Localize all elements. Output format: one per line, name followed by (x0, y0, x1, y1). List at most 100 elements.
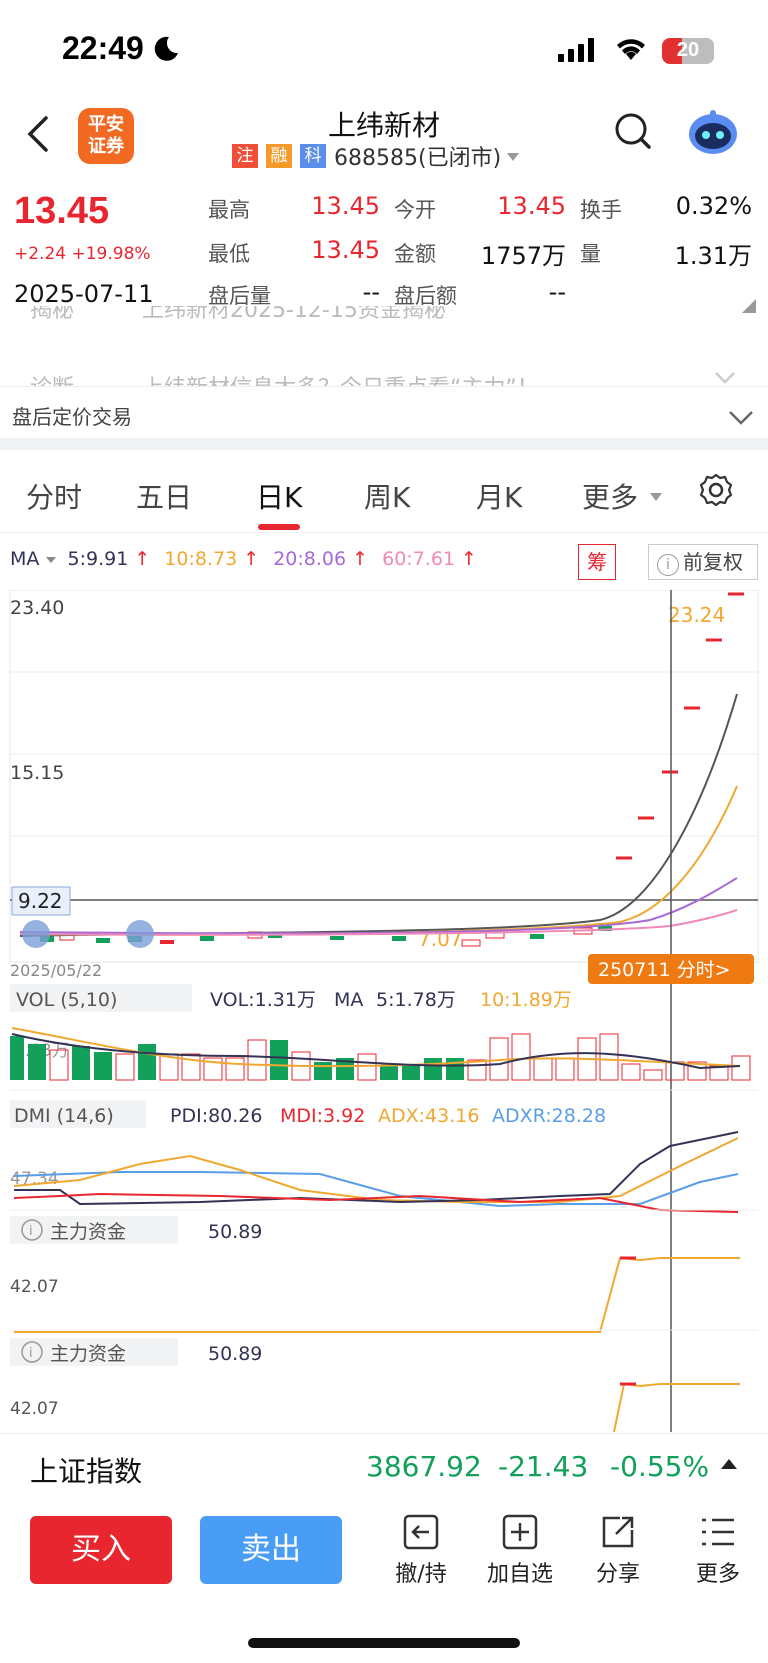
field-value: -- (362, 278, 380, 306)
dmi-mdi: MDI:3.92 (280, 1105, 365, 1127)
chevron-down-icon (714, 366, 736, 386)
vol-value: VOL:1.31万 (210, 989, 316, 1011)
tab-weekly-k[interactable]: 周K (364, 476, 410, 516)
y-label-top: 23.40 (10, 597, 64, 619)
robot-assistant-icon[interactable] (686, 106, 740, 162)
tab-daily-k[interactable]: 日K (256, 476, 302, 516)
share-icon (578, 1512, 658, 1556)
field-value: 13.45 (497, 192, 566, 220)
tag-badge: 融 (266, 144, 292, 168)
status-bar: 22:49 20 (0, 0, 768, 100)
vol-title[interactable]: VOL (5,10) (16, 989, 117, 1011)
menu-icon (678, 1512, 758, 1556)
index-change: -21.43 (498, 1450, 589, 1483)
funds-line (14, 1256, 740, 1333)
funds-title[interactable]: 主力资金 (50, 1221, 126, 1243)
index-name: 上证指数 (30, 1455, 143, 1488)
arrow-up-icon: ↑ (346, 548, 369, 570)
last-price: 13.45 (14, 190, 110, 232)
more-button[interactable]: 更多 (678, 1512, 758, 1588)
y-label-mid: 15.15 (10, 762, 64, 784)
caret-down-icon (648, 488, 664, 507)
max-price-label: 23.24 (668, 603, 725, 627)
caret-down-icon (45, 548, 57, 570)
tab-five-day[interactable]: 五日 (136, 476, 192, 516)
stock-code: 688585(已闭市) (334, 146, 502, 171)
field-label: 金额 (394, 242, 436, 266)
ma5-value: 5:9.91 (67, 548, 129, 570)
wifi-icon (614, 36, 648, 66)
buy-button[interactable]: 买入 (30, 1516, 172, 1584)
moon-icon (150, 34, 180, 68)
news-tag: 揭秘 (30, 306, 75, 323)
share-button[interactable]: 分享 (578, 1512, 658, 1588)
index-value: 3867.92 (366, 1450, 482, 1483)
ma-legend[interactable]: MA 5:9.91 ↑ 10:8.73 ↑ 20:8.06 ↑ 60:7.61 … (10, 548, 477, 570)
home-indicator[interactable] (248, 1638, 520, 1648)
quote-date: 2025-07-11 (14, 280, 154, 308)
news-row[interactable]: 揭秘 上纬新材2025-12-15资金揭秘 (0, 306, 768, 336)
field-label: 今开 (394, 198, 436, 222)
ma10-value: 10:8.73 (164, 548, 238, 570)
dmi-pdi: PDI:80.26 (170, 1105, 263, 1127)
ma60-value: 60:7.61 (382, 548, 455, 570)
field-value: 0.32% (675, 192, 752, 220)
news-tag: 诊断 (30, 370, 74, 386)
news-row[interactable]: 诊断 上纬新材信息太多？今日重点看“主力”！ (0, 362, 768, 386)
kline-chart-area[interactable]: 23.40 15.15 9.22 23.24 7.07 2025/05/22 2… (0, 590, 768, 1432)
tab-intraday[interactable]: 分时 (26, 476, 82, 516)
arrow-up-icon: ↑ (128, 548, 151, 570)
vol-ma5: 5:1.78万 (376, 989, 456, 1011)
index-pct: -0.55% (610, 1450, 710, 1483)
funds-title[interactable]: 主力资金 (50, 1343, 126, 1365)
ma-label: MA (10, 548, 40, 570)
caret-down-icon (505, 144, 521, 169)
tab-monthly-k[interactable]: 月K (476, 476, 522, 516)
cancel-order-icon (381, 1512, 461, 1556)
divider (0, 438, 768, 450)
arrow-up-icon: ↑ (237, 548, 260, 570)
scroll-left-icon[interactable] (22, 920, 50, 948)
sell-button[interactable]: 卖出 (200, 1516, 342, 1584)
news-text: 上纬新材2025-12-15资金揭秘 (142, 306, 446, 323)
active-tab-indicator (258, 524, 300, 530)
settings-icon[interactable] (698, 472, 734, 512)
add-watchlist-button[interactable]: 加自选 (480, 1512, 560, 1588)
vol-ma-label: MA (334, 989, 363, 1011)
candles (40, 592, 744, 947)
dmi-lines (13, 1131, 739, 1213)
quote-panel: 13.45 +2.24 +19.98% 2025-07-11 最高 13.45 … (0, 180, 768, 315)
cancel-order-button[interactable]: 撤/持 (381, 1512, 461, 1588)
funds-line (613, 1382, 740, 1432)
price-adjust-button[interactable]: i 前复权 (648, 544, 758, 580)
field-label: 最低 (208, 242, 250, 266)
field-label: 量 (580, 242, 601, 266)
dmi-title[interactable]: DMI (14,6) (14, 1105, 114, 1127)
svg-text:i: i (29, 1224, 33, 1239)
chip-distribution-button[interactable]: 筹 (578, 544, 616, 580)
ma20-value: 20:8.06 (273, 548, 347, 570)
field-value: 1.31万 (674, 242, 752, 270)
stock-subtitle[interactable]: 注 融 科 688585(已闭市) (232, 142, 521, 171)
dmi-adxr: ADXR:28.28 (492, 1105, 606, 1127)
svg-text:i: i (29, 1346, 33, 1361)
tag-badge: 注 (232, 144, 258, 168)
stock-header: 平安证券 上纬新材 注 融 科 688585(已闭市) (0, 96, 768, 180)
cursor-date-label[interactable]: 250711 分时> (598, 959, 731, 981)
volume-bars (10, 1027, 751, 1081)
arrow-up-icon: ↑ (455, 548, 477, 570)
period-tabs: 分时 五日 日K 周K 月K 更多 (0, 450, 768, 533)
signal-icon (558, 38, 596, 66)
caret-up-icon (720, 1456, 738, 1475)
tag-badge: 科 (300, 144, 326, 168)
start-date-label: 2025/05/22 (10, 961, 102, 980)
y-label-cursor: 9.22 (18, 889, 63, 913)
search-icon[interactable] (614, 112, 654, 156)
funds-value: 50.89 (208, 1343, 262, 1365)
tab-more[interactable]: 更多 (582, 476, 638, 516)
index-ticker[interactable]: 上证指数 3867.92 -21.43 -0.55% (0, 1433, 768, 1500)
fullscreen-icon[interactable] (126, 920, 154, 948)
funds-y-label: 42.07 (10, 1399, 59, 1419)
dmi-adx: ADX:43.16 (378, 1105, 479, 1127)
after-hours-row[interactable]: 盘后定价交易 (0, 386, 768, 439)
